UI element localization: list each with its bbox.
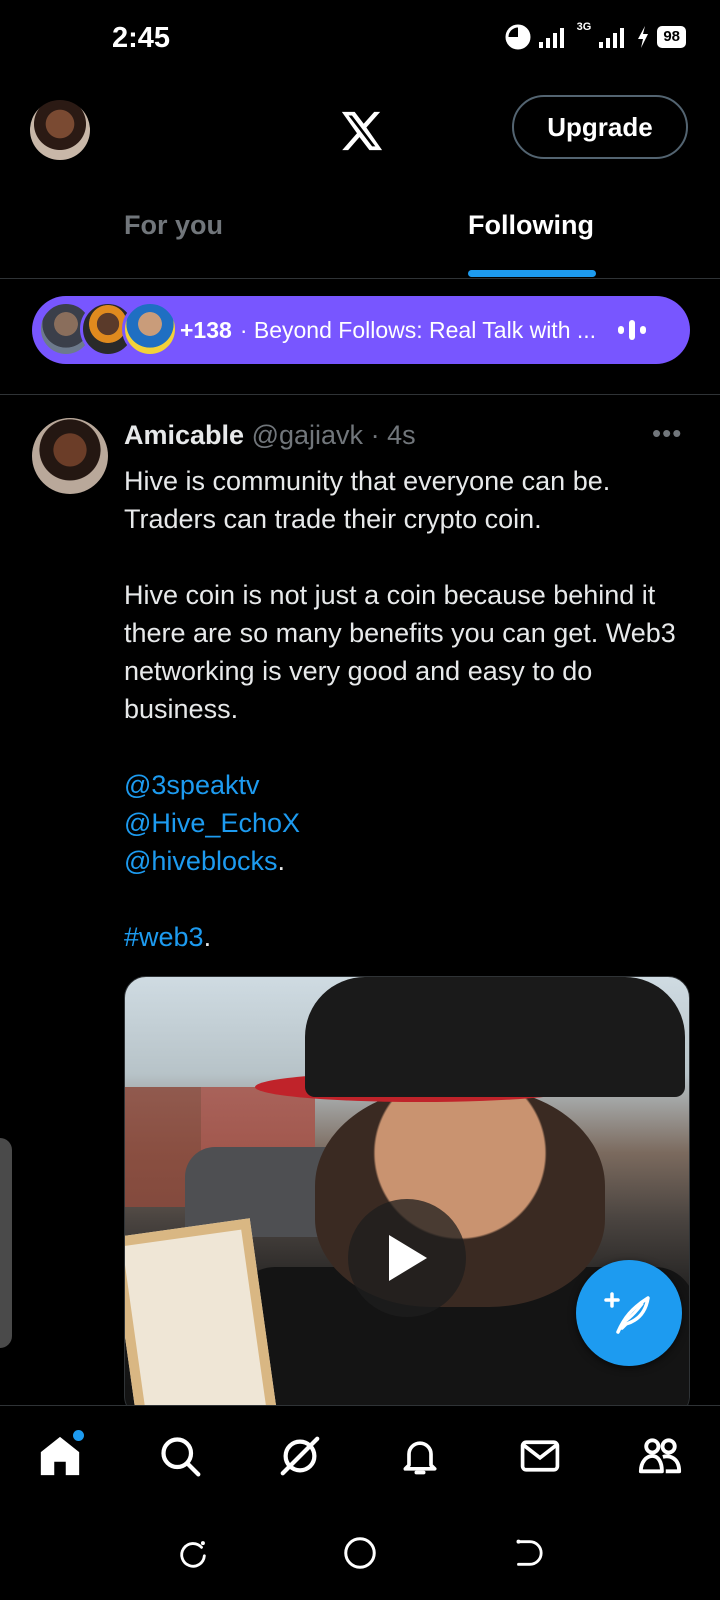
nav-home[interactable]	[30, 1426, 90, 1486]
bottom-navigation	[0, 1405, 720, 1506]
spaces-avatars	[36, 299, 178, 361]
play-button[interactable]	[348, 1199, 466, 1317]
nav-notifications[interactable]	[390, 1426, 450, 1486]
active-tab-indicator	[468, 270, 596, 277]
status-time: 2:45	[112, 22, 171, 54]
space-listener-count: +138	[180, 316, 232, 343]
space-separator: ·	[239, 316, 248, 343]
tab-for-you[interactable]: For you	[124, 210, 223, 241]
space-title-text: Beyond Follows: Real Talk with ...	[253, 316, 597, 343]
edge-panel-handle[interactable]	[0, 1138, 12, 1348]
tweet-line: Hive coin is not just a coin because beh…	[124, 580, 676, 724]
hashtag-trailing: .	[203, 922, 212, 952]
tab-following[interactable]: Following	[468, 210, 594, 241]
communities-icon	[638, 1438, 682, 1474]
audio-wave-icon	[617, 320, 646, 340]
recent-apps-icon[interactable]	[176, 1536, 210, 1570]
tweet-author-handle[interactable]: @gajiavk	[252, 420, 363, 450]
battery-level: 98	[657, 26, 686, 48]
hashtag-link[interactable]: #web3	[124, 922, 204, 952]
space-host-avatar	[122, 301, 178, 357]
tweet-author-avatar[interactable]	[32, 418, 108, 494]
system-navigation	[0, 1505, 720, 1600]
grok-icon	[280, 1436, 320, 1476]
more-options-icon[interactable]: •••	[652, 418, 682, 449]
search-icon	[161, 1437, 201, 1477]
compose-feather-icon	[604, 1292, 650, 1334]
nav-communities[interactable]	[630, 1426, 690, 1486]
tabs-divider	[0, 278, 720, 279]
signal-icon	[538, 28, 564, 48]
mention-link[interactable]: @Hive_EchoX	[124, 808, 300, 838]
tweet-header: Amicable @gajiavk · 4s	[124, 420, 416, 451]
upgrade-button[interactable]: Upgrade	[512, 95, 688, 159]
home-circle-icon[interactable]	[342, 1535, 378, 1571]
compose-post-button[interactable]	[576, 1260, 682, 1366]
feed-divider	[0, 394, 720, 395]
space-title: · Beyond Follows: Real Talk with ...	[240, 317, 610, 344]
tweet-text: Hive is community that everyone can be. …	[124, 462, 694, 956]
signal-icon-2	[599, 28, 625, 48]
tweet-author-name[interactable]: Amicable	[124, 420, 244, 450]
data-saver-icon	[505, 24, 531, 50]
tweet-line: Traders can trade their crypto coin.	[124, 504, 542, 534]
network-type: 3G	[576, 21, 592, 33]
x-logo-icon[interactable]	[338, 108, 384, 154]
spaces-pill[interactable]: +138 · Beyond Follows: Real Talk with ..…	[32, 296, 690, 364]
mention-link[interactable]: @hiveblocks	[124, 846, 277, 876]
messages-icon	[520, 1440, 560, 1472]
nav-grok[interactable]	[270, 1426, 330, 1486]
nav-messages[interactable]	[510, 1426, 570, 1486]
back-icon[interactable]	[510, 1536, 544, 1570]
mention-link[interactable]: @3speaktv	[124, 770, 259, 800]
nav-search[interactable]	[150, 1426, 210, 1486]
charging-icon	[638, 26, 649, 48]
profile-avatar[interactable]	[30, 100, 90, 160]
play-icon	[389, 1235, 427, 1281]
tweet-line: Hive is community that everyone can be.	[124, 466, 611, 496]
tweet-timestamp[interactable]: 4s	[387, 420, 416, 450]
status-icons: 3G 98	[505, 21, 686, 50]
notifications-icon	[403, 1441, 437, 1475]
mention-trailing: .	[277, 846, 285, 876]
notification-dot	[73, 1430, 84, 1441]
tweet-separator: ·	[370, 420, 380, 450]
